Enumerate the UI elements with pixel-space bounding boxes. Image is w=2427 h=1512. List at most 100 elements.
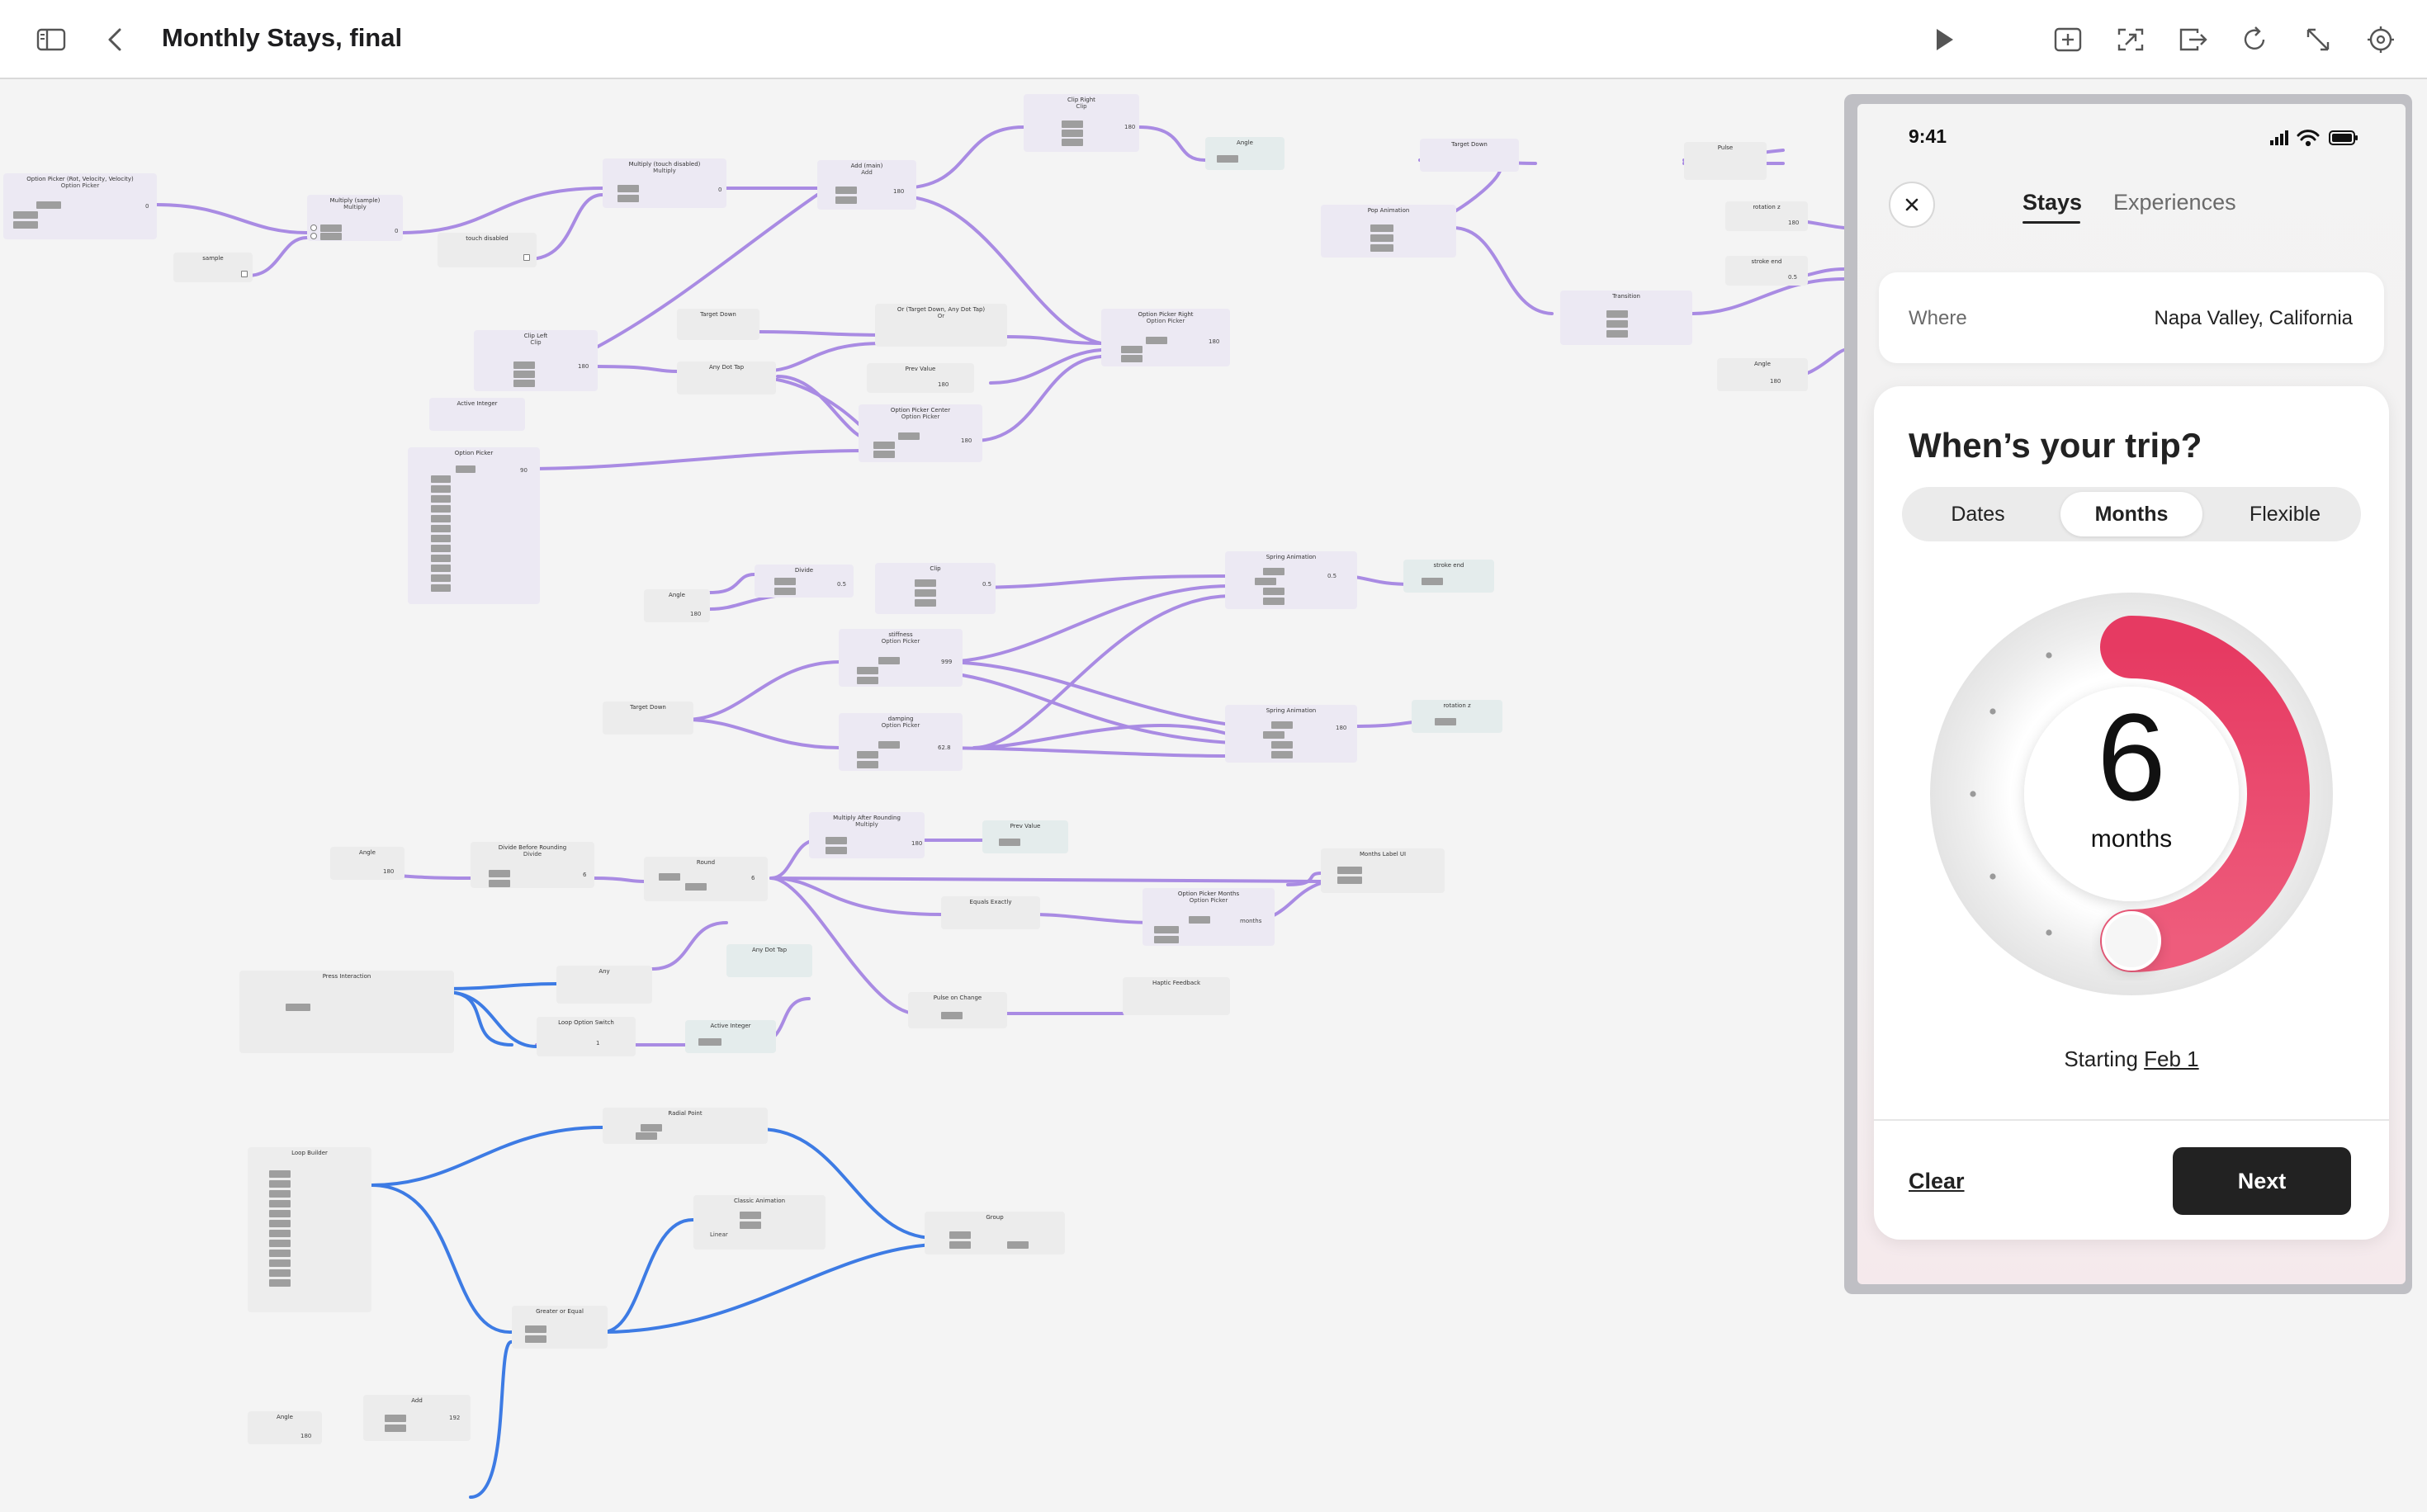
output-port[interactable] xyxy=(241,271,248,277)
rotation-z-node[interactable]: rotation z 180 xyxy=(1725,201,1808,231)
value-field[interactable] xyxy=(898,432,920,440)
value-field[interactable] xyxy=(513,380,535,387)
option-picker-right-node[interactable]: Option Picker Right Option Picker 180 xyxy=(1101,309,1230,366)
value-field[interactable] xyxy=(269,1170,291,1178)
value-field[interactable] xyxy=(513,361,535,369)
value-field[interactable] xyxy=(857,761,878,768)
value-field[interactable] xyxy=(269,1180,291,1188)
value-field[interactable] xyxy=(835,196,857,204)
value-field[interactable] xyxy=(431,505,451,513)
mode-flexible[interactable]: Flexible xyxy=(2214,492,2356,536)
value-field[interactable] xyxy=(513,371,535,378)
months-label-ui-node[interactable]: Months Label UI xyxy=(1321,848,1445,893)
spring-animation-node[interactable]: Spring Animation 0.5 xyxy=(1225,551,1357,609)
next-button[interactable]: Next xyxy=(2173,1147,2351,1215)
value-field[interactable] xyxy=(915,589,936,597)
divide-node[interactable]: Divide 0.5 xyxy=(755,565,854,598)
value-field[interactable] xyxy=(456,465,475,473)
angle-node[interactable]: Angle xyxy=(1205,137,1284,170)
value-field[interactable] xyxy=(489,880,510,887)
value-field[interactable] xyxy=(13,211,38,219)
value-field[interactable] xyxy=(857,667,878,674)
refresh-icon[interactable] xyxy=(2232,17,2278,63)
target-down-node[interactable]: Target Down xyxy=(677,309,759,340)
value-field[interactable] xyxy=(1217,155,1238,163)
value-field[interactable] xyxy=(740,1221,761,1229)
value-field[interactable] xyxy=(857,751,878,758)
clip-right-node[interactable]: Clip Right Clip 180 xyxy=(1024,94,1139,152)
group-node[interactable]: Group xyxy=(925,1212,1065,1254)
value-field[interactable] xyxy=(740,1212,761,1219)
prev-value-node-2[interactable]: Prev Value xyxy=(982,820,1068,853)
angle-node-2[interactable]: Angle 180 xyxy=(1717,358,1808,391)
value-field[interactable] xyxy=(489,870,510,877)
value-field[interactable] xyxy=(1189,916,1210,924)
stroke-end-node-2[interactable]: stroke end xyxy=(1403,560,1494,593)
loop-builder-node[interactable]: Loop Builder xyxy=(248,1147,371,1312)
clip-left-node[interactable]: Clip Left Clip 180 xyxy=(474,330,598,391)
stiffness-option-picker-node[interactable]: stiffness Option Picker 999 xyxy=(839,629,963,687)
divide-before-rounding-node[interactable]: Divide Before Rounding Divide 6 xyxy=(471,842,594,888)
value-field[interactable] xyxy=(1606,330,1628,338)
value-field[interactable] xyxy=(269,1269,291,1277)
value-field[interactable] xyxy=(269,1220,291,1227)
input-port[interactable] xyxy=(310,233,317,239)
value-field[interactable] xyxy=(1062,139,1083,146)
any-node[interactable]: Any xyxy=(556,966,652,1004)
haptic-feedback-node[interactable]: Haptic Feedback xyxy=(1123,977,1230,1015)
value-field[interactable] xyxy=(636,1132,657,1140)
value-field[interactable] xyxy=(269,1279,291,1287)
value-field[interactable] xyxy=(659,873,680,881)
value-field[interactable] xyxy=(1263,568,1284,575)
value-field[interactable] xyxy=(1121,355,1143,362)
multiply-after-rounding-node[interactable]: Multiply After Rounding Multiply 180 xyxy=(809,812,925,858)
value-field[interactable] xyxy=(385,1425,406,1432)
touch-disabled-node[interactable]: touch disabled xyxy=(438,233,537,267)
rotation-z-node-2[interactable]: rotation z xyxy=(1412,700,1502,733)
radial-point-node[interactable]: Radial Point xyxy=(603,1108,768,1144)
value-field[interactable] xyxy=(1435,718,1456,725)
value-field[interactable] xyxy=(873,451,895,458)
any-dot-tap-node-2[interactable]: Any Dot Tap xyxy=(726,944,812,977)
value-field[interactable] xyxy=(431,495,451,503)
output-port[interactable] xyxy=(523,254,530,261)
settings-icon[interactable] xyxy=(2358,17,2404,63)
value-field[interactable] xyxy=(826,847,847,854)
value-field[interactable] xyxy=(431,535,451,542)
value-field[interactable] xyxy=(1271,741,1293,749)
target-down-node-3[interactable]: Target Down xyxy=(603,702,693,735)
value-field[interactable] xyxy=(36,201,61,209)
press-interaction-node[interactable]: Press Interaction xyxy=(239,971,454,1053)
tab-stays[interactable]: Stays xyxy=(2022,190,2082,215)
device-preview[interactable]: 9:41 Stays Experiences Where Napa Valley… xyxy=(1857,104,2406,1284)
add-node[interactable]: Add 192 xyxy=(363,1395,471,1441)
spring-animation-node-2[interactable]: Spring Animation 180 xyxy=(1225,705,1357,763)
starting-date-link[interactable]: Feb 1 xyxy=(2144,1047,2199,1071)
months-dial[interactable]: 6 months xyxy=(1923,586,2339,1002)
value-field[interactable] xyxy=(949,1241,971,1249)
value-field[interactable] xyxy=(431,525,451,532)
angle-node-4[interactable]: Angle 180 xyxy=(330,847,404,880)
value-field[interactable] xyxy=(1154,926,1179,933)
greater-or-equal-node[interactable]: Greater or Equal xyxy=(512,1306,608,1349)
value-field[interactable] xyxy=(826,837,847,844)
value-field[interactable] xyxy=(320,233,342,240)
multiply-touch-disabled-node[interactable]: Multiply (touch disabled) Multiply 0 xyxy=(603,158,726,208)
tab-experiences[interactable]: Experiences xyxy=(2113,190,2236,215)
value-field[interactable] xyxy=(269,1230,291,1237)
value-field[interactable] xyxy=(286,1004,310,1011)
value-field[interactable] xyxy=(431,545,451,552)
value-field[interactable] xyxy=(641,1124,662,1132)
value-field[interactable] xyxy=(915,599,936,607)
pop-animation-node[interactable]: Pop Animation xyxy=(1321,205,1456,258)
equals-exactly-node[interactable]: Equals Exactly xyxy=(941,896,1040,929)
value-field[interactable] xyxy=(431,574,451,582)
mode-months[interactable]: Months xyxy=(2060,492,2202,536)
where-card[interactable]: Where Napa Valley, California xyxy=(1879,272,2384,363)
stroke-end-node[interactable]: stroke end 0.5 xyxy=(1725,256,1808,286)
add-main-node[interactable]: Add (main) Add 180 xyxy=(817,160,916,210)
value-field[interactable] xyxy=(1370,234,1393,242)
value-field[interactable] xyxy=(1271,751,1293,758)
touch-icon[interactable] xyxy=(2108,17,2154,63)
value-field[interactable] xyxy=(320,224,342,232)
